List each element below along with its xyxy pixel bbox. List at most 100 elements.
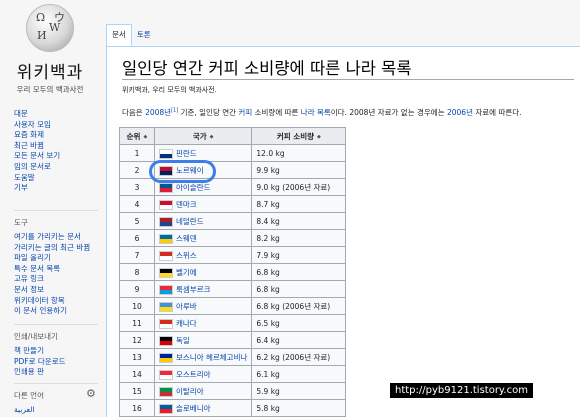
rank-cell: 12 [119,331,155,349]
sort-icon[interactable]: ◆ [210,134,214,140]
gear-icon[interactable]: ⚙ [86,387,96,400]
country-link[interactable]: 룩셈부르크 [176,285,211,294]
rank-cell: 6 [119,229,155,247]
country-list-link[interactable]: 나라 목록 [301,108,331,117]
sidebar-link[interactable]: 파일 올리기 [14,253,106,264]
rank-cell: 1 [119,144,155,162]
consumption-cell: 12.0 kg [251,144,347,162]
sidebar-link[interactable]: 특수 문서 목록 [14,264,106,275]
flag-icon [159,199,173,210]
sidebar-link[interactable]: 모든 문서 보기 [14,151,106,162]
rank-cell: 7 [119,246,155,264]
consumption-cell: 6.1 kg [251,365,347,383]
country-link[interactable]: 네덜란드 [176,217,204,226]
column-header-country[interactable]: 국가 ◆ [153,127,253,145]
sidebar-link[interactable]: العربية [14,405,106,416]
table-row: 5 네덜란드 8.4 kg [119,212,347,230]
sidebar-link[interactable]: 요즘 화제 [14,130,106,141]
country-link[interactable]: 벨기에 [176,268,197,277]
intro-text: 자료에 따른다. [472,108,522,117]
flag-icon [159,301,173,312]
country-link[interactable]: 스웨덴 [176,234,197,243]
country-cell: 덴마크 [153,195,253,213]
consumption-cell: 9.0 kg (2006년 자료) [251,178,347,196]
consumption-cell: 6.8 kg (2006년 자료) [251,297,347,315]
table-row: 8 벨기에 6.8 kg [119,263,347,281]
flag-icon [159,369,173,380]
sidebar-link[interactable]: 고유 링크 [14,274,106,285]
rank-cell: 15 [119,382,155,400]
sidebar-link[interactable]: 기부 [14,183,106,194]
sidebar-link[interactable]: 도움말 [14,173,106,184]
sidebar-link[interactable]: 임의 문서로 [14,162,106,173]
table-row: 6 스웨덴 8.2 kg [119,229,347,247]
sidebar-link[interactable]: PDF로 다운로드 [14,357,106,368]
country-cell: 오스트리아 [153,365,253,383]
coffee-link[interactable]: 커피 [238,108,252,117]
country-link[interactable]: 스위스 [176,251,197,260]
country-link[interactable]: 핀란드 [176,149,197,158]
sidebar-link[interactable]: 문서 정보 [14,285,106,296]
country-link[interactable]: 아이슬란드 [176,183,211,192]
flag-icon [159,386,173,397]
flag-icon [159,335,173,346]
wordmark: 위키백과 [16,63,84,83]
country-cell: 네덜란드 [153,212,253,230]
from-wikipedia: 위키백과, 우리 모두의 백과사전. [122,86,217,94]
flag-icon [159,233,173,244]
table-row: 1 핀란드 12.0 kg [119,144,347,162]
sidebar-link[interactable]: 최근 바뀜 [14,141,106,152]
rank-cell: 3 [119,178,155,196]
table-row: 7 스위스 7.9 kg [119,246,347,264]
highlight-circle [149,160,216,183]
column-header-rank[interactable]: 순위 ◆ [119,127,155,145]
consumption-cell: 9.9 kg [251,161,347,179]
table-row: 15 이탈리아 5.9 kg [119,382,347,400]
nav-main: 대문 사용자 모임 요즘 화제 최근 바뀜 모든 문서 보기 임의 문서로 도움말 기부 [14,109,106,194]
table-row: 12 독일 6.4 kg [119,331,347,349]
country-link[interactable]: 슬로베니아 [176,404,211,413]
sort-icon[interactable]: ◆ [143,134,147,140]
flag-icon [159,182,173,193]
sidebar-link[interactable]: 인쇄용 판 [14,367,106,378]
country-cell: 독일 [153,331,253,349]
sidebar-link[interactable]: 가리키는 글의 최근 바뀜 [14,243,106,254]
rank-cell: 9 [119,280,155,298]
country-link[interactable]: 덴마크 [176,200,197,209]
country-link[interactable]: 캐나다 [176,319,197,328]
year-2006-link[interactable]: 2006년 [447,108,473,117]
country-link[interactable]: 아루바 [176,302,197,311]
flag-icon [159,284,173,295]
year-2008-link[interactable]: 2008년 [145,108,171,117]
wikipedia-logo[interactable]: ΩWИウ 위키백과 우리 모두의 백과사전 [10,4,90,94]
tools-heading: 도구 [14,218,28,227]
table-row: 11 캐나다 6.5 kg [119,314,347,332]
country-cell: 핀란드 [153,144,253,162]
tab-article[interactable]: 문서 [106,24,132,47]
sidebar: ΩWИウ 위키백과 우리 모두의 백과사전 대문 사용자 모임 요즘 화제 최근 바뀜… [0,0,106,416]
sidebar-link[interactable]: 여기를 가리키는 문서 [14,232,106,243]
consumption-cell: 8.4 kg [251,212,347,230]
flag-icon [159,250,173,261]
table-row: 10 아루바 6.8 kg (2006년 자료) [119,297,347,315]
nav-tools: 도구 여기를 가리키는 문서 가리키는 글의 최근 바뀜 파일 올리기 특수 문서 목… [14,210,106,317]
country-link[interactable]: 보스니아 헤르체고비나 [176,353,247,362]
sidebar-link[interactable]: 책 만들기 [14,346,106,357]
sort-icon[interactable]: ◆ [317,134,321,140]
country-link[interactable]: 독일 [176,336,190,345]
tab-talk[interactable]: 토론 [132,25,156,47]
sidebar-link[interactable]: 대문 [14,109,106,120]
sidebar-link[interactable]: 이 문서 인용하기 [14,306,106,317]
column-header-consumption[interactable]: 커피 소비량 ◆ [251,127,347,145]
sidebar-link[interactable]: 사용자 모임 [14,120,106,131]
country-cell: 이탈리아 [153,382,253,400]
sidebar-link[interactable]: 위키데이터 항목 [14,296,106,307]
page-title: 일인당 연간 커피 소비량에 따른 나라 목록 [122,59,412,78]
country-cell: 보스니아 헤르체고비나 [153,348,253,366]
table-row: 13 보스니아 헤르체고비나 6.2 kg (2006년 자료) [119,348,347,366]
country-link[interactable]: 이탈리아 [176,387,204,396]
country-link[interactable]: 오스트리아 [176,370,211,379]
consumption-cell: 5.9 kg [251,382,347,400]
consumption-cell: 6.2 kg (2006년 자료) [251,348,347,366]
flag-icon [159,267,173,278]
